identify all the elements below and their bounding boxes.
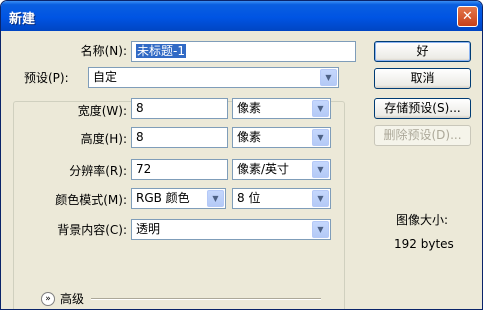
preset-label: 预设(P): <box>22 71 71 85</box>
background-value: 透明 <box>136 222 161 236</box>
advanced-divider <box>91 298 321 300</box>
double-chevron-icon[interactable]: » <box>41 292 55 306</box>
height-input[interactable]: 8 <box>131 127 228 148</box>
bit-depth-value: 8 位 <box>237 191 261 205</box>
name-input[interactable]: 未标题-1 <box>131 41 356 62</box>
chevron-down-icon[interactable]: ▼ <box>320 69 337 86</box>
cancel-button[interactable]: 取消 <box>374 68 471 89</box>
ok-button[interactable]: 好 <box>374 41 471 62</box>
resolution-input[interactable]: 72 <box>131 159 228 180</box>
resolution-label: 分辨率(R): <box>69 164 127 178</box>
chevron-down-icon[interactable]: ▼ <box>312 221 329 238</box>
name-label: 名称(N): <box>80 44 127 58</box>
color-mode-value: RGB 颜色 <box>136 191 190 205</box>
image-size-label: 图像大小: <box>396 213 449 227</box>
dialog-body: 名称(N): 未标题-1 预设(P): 自定 ▼ 宽度(W): 8 像素 ▼ 高… <box>4 31 479 309</box>
close-icon[interactable]: ✕ <box>457 6 478 27</box>
height-unit-select[interactable]: 像素 ▼ <box>232 127 331 148</box>
width-unit-value: 像素 <box>237 101 262 115</box>
title-bar[interactable]: 新建 ✕ <box>1 1 482 31</box>
delete-preset-button: 删除预设(D)... <box>374 125 471 146</box>
chevron-down-icon[interactable]: ▼ <box>312 100 329 117</box>
resolution-unit-value: 像素/英寸 <box>237 162 290 176</box>
color-mode-label: 颜色模式(M): <box>55 193 127 207</box>
height-label: 高度(H): <box>80 132 127 146</box>
image-size-value: 192 bytes <box>394 237 454 251</box>
background-select[interactable]: 透明 ▼ <box>131 219 331 240</box>
preset-select[interactable]: 自定 ▼ <box>88 67 339 88</box>
new-document-dialog: 新建 ✕ 名称(N): 未标题-1 预设(P): 自定 ▼ 宽度(W): 8 像… <box>0 0 483 310</box>
preset-value: 自定 <box>93 70 118 84</box>
background-label: 背景内容(C): <box>57 223 127 237</box>
chevron-down-icon[interactable]: ▼ <box>207 190 224 207</box>
window-title: 新建 <box>9 12 36 27</box>
width-unit-select[interactable]: 像素 ▼ <box>232 98 331 119</box>
chevron-down-icon[interactable]: ▼ <box>312 161 329 178</box>
chevron-down-icon[interactable]: ▼ <box>312 190 329 207</box>
save-preset-button[interactable]: 存储预设(S)... <box>374 98 471 119</box>
bit-depth-select[interactable]: 8 位 ▼ <box>232 188 331 209</box>
width-input[interactable]: 8 <box>131 98 228 119</box>
height-unit-value: 像素 <box>237 130 262 144</box>
chevron-down-icon[interactable]: ▼ <box>312 129 329 146</box>
name-value: 未标题-1 <box>136 44 186 58</box>
advanced-label[interactable]: 高级 <box>60 292 84 306</box>
width-label: 宽度(W): <box>77 104 127 118</box>
color-mode-select[interactable]: RGB 颜色 ▼ <box>131 188 226 209</box>
resolution-unit-select[interactable]: 像素/英寸 ▼ <box>232 159 331 180</box>
